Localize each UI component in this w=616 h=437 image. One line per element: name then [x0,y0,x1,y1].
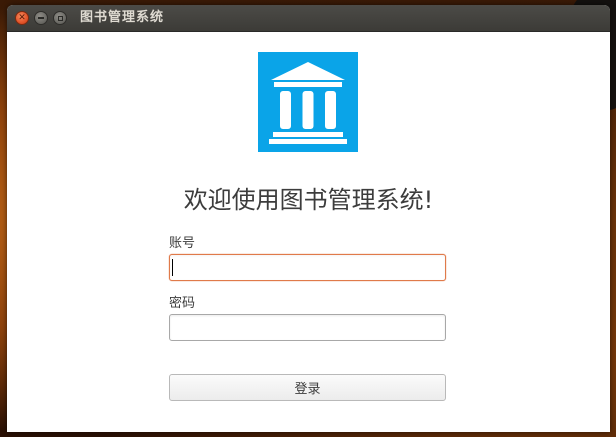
logo-base-step [273,132,343,137]
app-window: ✕ 图书管理系统 欢迎使用图书管理系统! 账号 密码 登录 [7,5,610,432]
login-button[interactable]: 登录 [169,374,446,401]
welcome-heading: 欢迎使用图书管理系统! [183,186,434,214]
logo-column [325,91,336,129]
library-building-icon [258,52,358,152]
maximize-icon [57,15,63,21]
window-minimize-button[interactable] [34,11,48,25]
logo-entablature [274,82,342,87]
window-titlebar[interactable]: ✕ 图书管理系统 [7,5,610,32]
password-input[interactable] [169,314,446,341]
text-caret [172,259,173,276]
account-label: 账号 [169,236,196,251]
window-title: 图书管理系统 [80,10,165,25]
account-input[interactable] [169,254,446,281]
window-maximize-button[interactable] [53,11,67,25]
login-panel: 欢迎使用图书管理系统! 账号 密码 登录 [7,32,610,432]
window-close-button[interactable]: ✕ [15,11,29,25]
minimize-icon [38,17,44,19]
logo-column [280,91,291,129]
logo-base-step [269,139,347,144]
password-label: 密码 [169,296,196,311]
close-icon: ✕ [18,12,26,23]
logo-column [302,91,314,129]
